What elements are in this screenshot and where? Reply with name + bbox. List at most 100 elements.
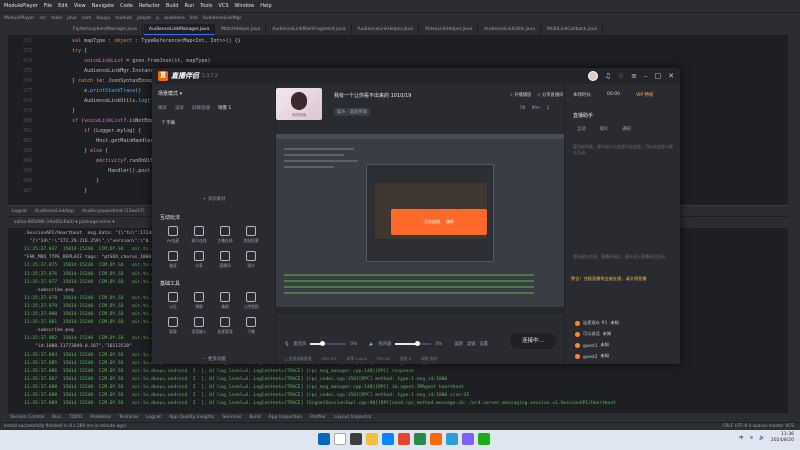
tool-button[interactable]: 弹幕 — [186, 292, 212, 310]
speaker-knob[interactable] — [414, 341, 420, 346]
guest-row[interactable]: 可以说话 未知 — [575, 331, 611, 337]
scene-tab[interactable]: 屏幕直播 — [192, 105, 210, 111]
scene-tab[interactable]: 横屏 — [158, 105, 167, 111]
editor-tab[interactable]: FlyAtmosphereManager.java — [68, 24, 143, 35]
clock[interactable]: 11:36 2024/8/20 — [771, 432, 794, 444]
editor-tab[interactable]: AudienceLinkManager.java — [143, 24, 216, 35]
stream-preview[interactable]: 正在连线 接听 — [276, 134, 564, 314]
guest-row[interactable]: guest2 未知 — [575, 353, 609, 359]
task-view-icon[interactable] — [350, 433, 362, 445]
bottom-tool-tab[interactable]: TODO — [69, 415, 82, 420]
breadcrumb-item[interactable]: src — [39, 16, 46, 21]
more-tools-button[interactable]: ··· 更多功能 — [152, 356, 276, 362]
edge-icon[interactable] — [382, 433, 394, 445]
menu-item[interactable]: Help — [260, 3, 271, 9]
room-link[interactable]: ♪ 开播播放 — [510, 92, 531, 98]
menu-item[interactable]: Window — [235, 3, 255, 9]
tool-button[interactable]: 连麦管理 — [212, 317, 238, 335]
room-link[interactable]: ◇ 分享直播间 — [537, 92, 563, 98]
vip-badge[interactable]: VIP 特权 — [636, 92, 654, 98]
tool-button[interactable]: 发起投票 — [238, 226, 264, 244]
tool-button[interactable]: 抽奖 — [160, 251, 186, 269]
menu-item[interactable]: Code — [120, 3, 133, 9]
menu-item[interactable]: Edit — [58, 3, 68, 9]
tool-button[interactable]: 屏幕 — [160, 317, 186, 335]
menu-item[interactable]: Build — [166, 3, 179, 9]
settings-button[interactable]: 设置 — [479, 341, 488, 347]
bottom-tool-tab[interactable]: Problems — [90, 415, 111, 420]
breadcrumb-item[interactable]: main — [51, 16, 62, 21]
editor-tab[interactable]: VideoLinkHelper.java — [419, 24, 479, 35]
bottom-tool-tab[interactable]: Run — [52, 415, 61, 420]
bottom-tool-tab[interactable]: Profiler — [310, 415, 326, 420]
menu-item[interactable]: Refactor — [139, 3, 160, 9]
tool-button[interactable]: 美颜 — [212, 292, 238, 310]
menu-item[interactable]: File — [44, 3, 52, 9]
editor-tab[interactable]: MatchHelper.java — [216, 24, 267, 35]
guest-row[interactable]: guest1 未知 — [575, 342, 609, 348]
messenger-icon[interactable] — [446, 433, 458, 445]
speaker-volume-slider[interactable] — [395, 341, 432, 346]
tool-button[interactable]: 上传视频 — [238, 292, 264, 310]
bottom-tool-tab[interactable]: Services — [222, 415, 241, 420]
start-live-button[interactable]: 连接中... — [510, 333, 556, 349]
logcat-tab[interactable]: AudienceLinkApp — [35, 209, 74, 214]
app-icon[interactable] — [462, 433, 474, 445]
language-indicator[interactable]: 中 — [739, 435, 744, 441]
menu-item[interactable]: ModulePlayer — [4, 3, 38, 9]
minimize-icon[interactable]: – — [644, 72, 648, 80]
guest-action[interactable]: 未知 — [600, 353, 608, 359]
breadcrumb-item[interactable]: com — [82, 16, 92, 21]
tool-button[interactable]: 公告 — [160, 292, 186, 310]
breadcrumb-item[interactable]: link — [190, 16, 198, 21]
menu-item[interactable]: VCS — [218, 3, 228, 9]
room-cover[interactable]: 修改封面 — [276, 88, 322, 120]
speaker-icon[interactable]: 🔈 — [369, 342, 374, 347]
room-title[interactable]: 我有一个让你看不出来的 1010/19 — [334, 92, 411, 99]
wifi-icon[interactable]: ≋ — [750, 436, 754, 441]
menu-item[interactable]: View — [74, 3, 86, 9]
guest-action[interactable]: 未知 — [600, 342, 608, 348]
avatar[interactable] — [587, 71, 598, 81]
tool-button[interactable]: 主播连线 — [212, 226, 238, 244]
tool-button[interactable]: 观众连线 — [186, 226, 212, 244]
assistant-tab[interactable]: 通知 — [622, 126, 631, 132]
logcat-tab[interactable]: Logcat — [12, 209, 27, 214]
mic-icon[interactable]: 🎙 — [284, 342, 289, 347]
tool-button[interactable]: 观众 — [238, 251, 264, 269]
menu-icon[interactable]: ≡ — [631, 72, 637, 80]
wechat-icon[interactable] — [478, 433, 490, 445]
add-source-button[interactable]: + 添加素材 — [152, 196, 276, 202]
breadcrumb-item[interactable]: ModulePlayer — [4, 16, 34, 21]
filter-button[interactable]: 滤镜 — [467, 341, 476, 347]
breadcrumb-item[interactable]: douyu — [96, 16, 110, 21]
scene-tab[interactable]: 场景 1 — [218, 105, 231, 111]
breadcrumb-item[interactable]: module — [115, 16, 132, 21]
beauty-button[interactable]: 美颜 — [454, 341, 463, 347]
guest-row[interactable]: 连麦观众 #1 未知 — [575, 320, 619, 326]
assistant-tab[interactable]: 观众 — [600, 126, 609, 132]
editor-tab[interactable]: AudienceLinkMainFragment.java — [267, 24, 352, 35]
right-tool-strip[interactable] — [788, 24, 800, 424]
source-item[interactable]: T 字幕 — [162, 120, 175, 126]
maximize-icon[interactable]: □ — [655, 72, 662, 80]
bottom-tool-tab[interactable]: Version Control — [10, 415, 44, 420]
breadcrumb-item[interactable]: p — [156, 16, 159, 21]
tool-button[interactable]: 下播 — [238, 317, 264, 335]
tool-button[interactable]: 直播间 — [212, 251, 238, 269]
bottom-tool-tab[interactable]: Terminal — [119, 415, 138, 420]
bottom-tool-tab[interactable]: Build — [249, 415, 260, 420]
chrome-icon[interactable] — [398, 433, 410, 445]
close-icon[interactable]: ✕ — [668, 72, 674, 80]
menu-item[interactable]: Navigate — [92, 3, 114, 9]
live-companion-icon[interactable] — [430, 433, 442, 445]
editor-tab[interactable]: AudienceLinkHelper.java — [352, 24, 419, 35]
tool-button[interactable]: 分享 — [186, 251, 212, 269]
scene-mode-dropdown[interactable]: 场景模式 ▾ — [158, 90, 182, 97]
bottom-tool-tab[interactable]: Logcat — [146, 415, 161, 420]
mic-knob[interactable] — [320, 341, 326, 346]
android-studio-icon[interactable] — [414, 433, 426, 445]
tool-button[interactable]: 语音输入 — [186, 317, 212, 335]
menu-item[interactable]: Tools — [200, 3, 212, 9]
guest-action[interactable]: 未知 — [603, 331, 611, 337]
